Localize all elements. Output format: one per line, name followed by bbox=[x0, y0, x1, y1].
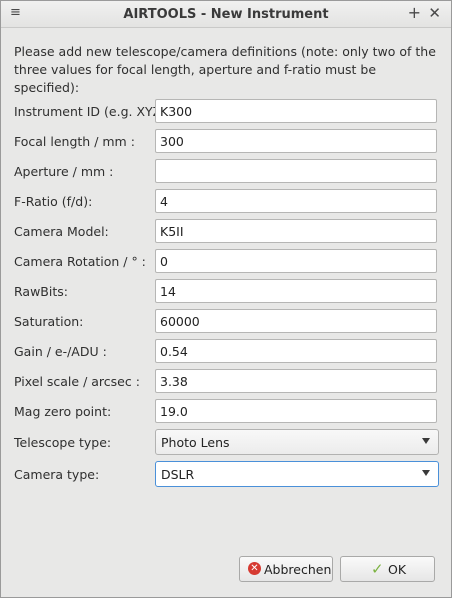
telescope-type-value: Photo Lens bbox=[161, 435, 230, 450]
row-instrument-id: Instrument ID (e.g. XYZ): K300 bbox=[1, 99, 451, 125]
chevron-down-icon bbox=[422, 470, 430, 476]
saturation-input[interactable]: 60000 bbox=[155, 309, 437, 333]
camera-type-value: DSLR bbox=[161, 467, 195, 482]
pixel-scale-input[interactable]: 3.38 bbox=[155, 369, 437, 393]
f-ratio-input[interactable]: 4 bbox=[155, 189, 437, 213]
cancel-icon: ✕ bbox=[248, 562, 261, 575]
telescope-type-select[interactable]: Photo Lens bbox=[155, 429, 439, 455]
camera-type-select[interactable]: DSLR bbox=[155, 461, 439, 487]
mag-zero-point-input[interactable]: 19.0 bbox=[155, 399, 437, 423]
window-title: AIRTOOLS - New Instrument bbox=[123, 7, 329, 22]
row-camera-model: Camera Model: K5II bbox=[1, 219, 451, 245]
gain-input[interactable]: 0.54 bbox=[155, 339, 437, 363]
row-focal-length: Focal length / mm : 300 bbox=[1, 129, 451, 155]
dialog-window: ≡ AIRTOOLS - New Instrument + ✕ Please a… bbox=[0, 0, 452, 598]
rawbits-input[interactable]: 14 bbox=[155, 279, 437, 303]
row-camera-type: Camera type: DSLR bbox=[1, 461, 451, 487]
camera-rotation-label: Camera Rotation / ° : bbox=[14, 254, 146, 269]
title-bar[interactable]: ≡ AIRTOOLS - New Instrument + ✕ bbox=[1, 1, 451, 28]
cancel-button[interactable]: ✕ Abbrechen bbox=[239, 556, 333, 582]
instrument-id-input[interactable]: K300 bbox=[155, 99, 437, 123]
maximize-icon[interactable]: + bbox=[408, 3, 421, 22]
row-aperture: Aperture / mm : bbox=[1, 159, 451, 185]
close-icon[interactable]: ✕ bbox=[428, 4, 441, 22]
pixel-scale-label: Pixel scale / arcsec : bbox=[14, 374, 140, 389]
cancel-button-label: Abbrechen bbox=[264, 562, 332, 577]
focal-length-input[interactable]: 300 bbox=[155, 129, 437, 153]
telescope-type-label: Telescope type: bbox=[14, 435, 112, 450]
intro-text: Please add new telescope/camera definiti… bbox=[14, 44, 436, 95]
ok-button[interactable]: ✓ OK bbox=[340, 556, 435, 582]
row-f-ratio: F-Ratio (f/d): 4 bbox=[1, 189, 451, 215]
camera-model-input[interactable]: K5II bbox=[155, 219, 437, 243]
saturation-label: Saturation: bbox=[14, 314, 84, 329]
chevron-down-icon bbox=[422, 438, 430, 444]
aperture-label: Aperture / mm : bbox=[14, 164, 114, 179]
row-pixel-scale: Pixel scale / arcsec : 3.38 bbox=[1, 369, 451, 395]
focal-length-label: Focal length / mm : bbox=[14, 134, 135, 149]
row-rawbits: RawBits: 14 bbox=[1, 279, 451, 305]
row-gain: Gain / e-/ADU : 0.54 bbox=[1, 339, 451, 365]
row-camera-rotation: Camera Rotation / ° : 0 bbox=[1, 249, 451, 275]
mag-zero-point-label: Mag zero point: bbox=[14, 404, 112, 419]
rawbits-label: RawBits: bbox=[14, 284, 68, 299]
f-ratio-label: F-Ratio (f/d): bbox=[14, 194, 93, 209]
camera-rotation-input[interactable]: 0 bbox=[155, 249, 437, 273]
row-saturation: Saturation: 60000 bbox=[1, 309, 451, 335]
camera-model-label: Camera Model: bbox=[14, 224, 109, 239]
checkmark-icon: ✓ bbox=[371, 560, 384, 578]
camera-type-label: Camera type: bbox=[14, 467, 100, 482]
gain-label: Gain / e-/ADU : bbox=[14, 344, 107, 359]
row-mag-zero-point: Mag zero point: 19.0 bbox=[1, 399, 451, 425]
instrument-id-label: Instrument ID (e.g. XYZ): bbox=[14, 104, 171, 119]
row-telescope-type: Telescope type: Photo Lens bbox=[1, 429, 451, 455]
aperture-input[interactable] bbox=[155, 159, 437, 183]
ok-button-label: OK bbox=[388, 562, 407, 577]
